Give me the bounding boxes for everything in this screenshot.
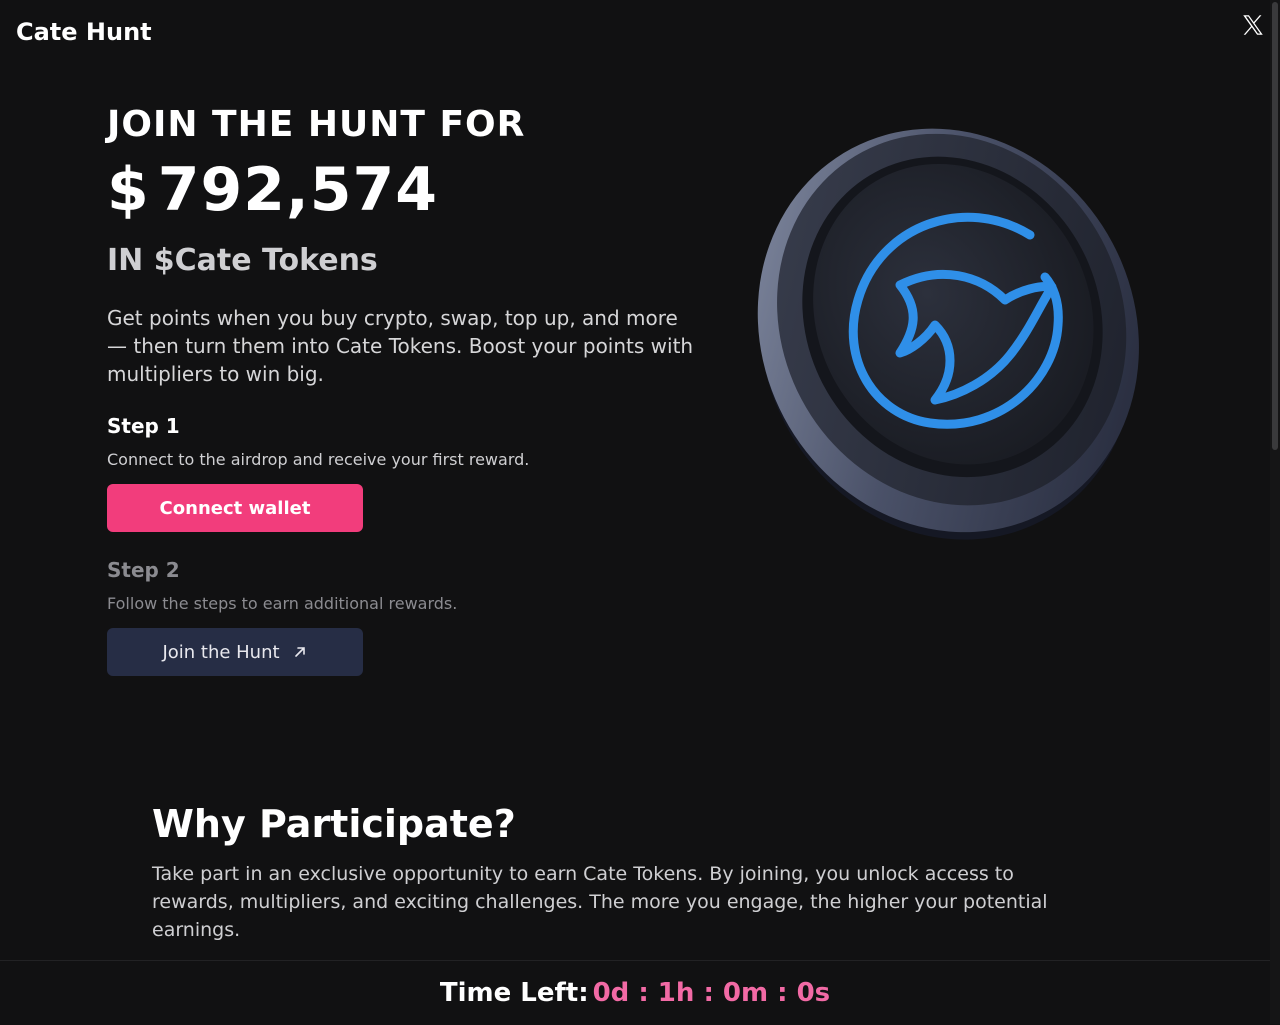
hero-description: Get points when you buy crypto, swap, to… <box>107 306 694 386</box>
connect-wallet-label: Connect wallet <box>159 497 311 519</box>
x-logo-icon[interactable] <box>1240 12 1268 40</box>
why-participate-text: Take part in an exclusive opportunity to… <box>152 863 1048 941</box>
currency-symbol: $ <box>107 155 150 225</box>
connect-wallet-button[interactable]: Connect wallet <box>107 484 363 532</box>
time-left-label: Time Left: <box>439 978 589 1008</box>
step-2-title: Step 2 <box>107 558 180 582</box>
scrollbar-thumb[interactable] <box>1272 2 1278 450</box>
page-scrollbar[interactable] <box>1270 0 1280 1024</box>
prize-amount: $792,574 <box>107 158 438 222</box>
prize-value: 792,574 <box>157 155 439 225</box>
join-hunt-label: Join the Hunt <box>162 641 280 663</box>
join-hunt-button[interactable]: Join the Hunt <box>107 628 363 676</box>
hero-kicker: JOIN THE HUNT FOR <box>107 104 526 145</box>
countdown-footer: Time Left: 0d : 1h : 0m : 0s <box>0 960 1270 1025</box>
why-participate-title: Why Participate? <box>152 802 516 846</box>
brand-title: Cate Hunt <box>16 18 152 46</box>
cate-coin-illustration <box>740 105 1160 545</box>
step-1-text: Connect to the airdrop and receive your … <box>107 450 530 469</box>
step-2-text: Follow the steps to earn additional rewa… <box>107 594 458 613</box>
countdown-timer: 0d : 1h : 0m : 0s <box>592 978 831 1008</box>
step-1-title: Step 1 <box>107 414 180 438</box>
hero-subtitle: IN $Cate Tokens <box>107 243 378 278</box>
external-arrow-icon <box>294 647 305 657</box>
